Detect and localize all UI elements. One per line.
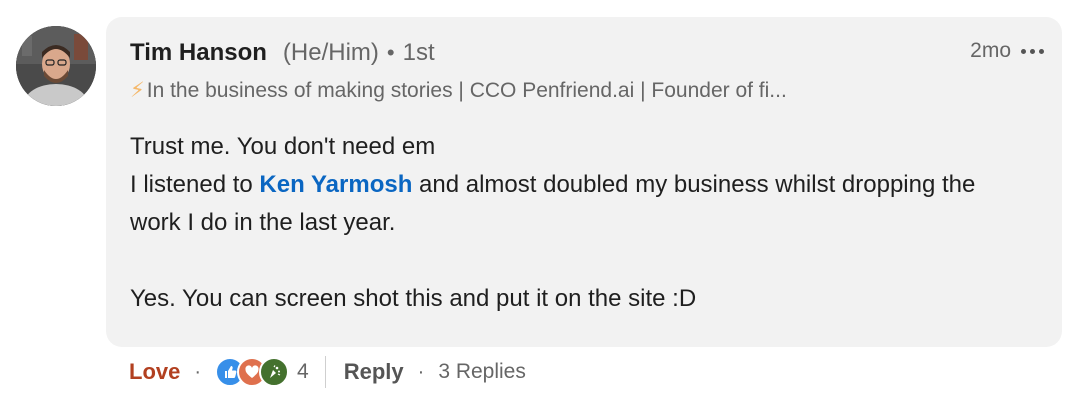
- ellipsis-icon[interactable]: [1021, 48, 1044, 54]
- profile-photo: [16, 26, 96, 106]
- divider: [324, 356, 326, 388]
- celebrate-icon: [259, 357, 290, 387]
- author-pronouns: (He/Him): [282, 39, 379, 66]
- body-line-1: Trust me. You don't need em: [130, 133, 436, 160]
- reply-button[interactable]: Reply: [344, 359, 404, 385]
- reaction-count[interactable]: 4: [297, 360, 309, 384]
- comment-actions: Love · 4 Reply · 3 Replies: [129, 355, 526, 389]
- lightning-bolt-icon: ⚡: [130, 79, 145, 102]
- connection-degree: 1st: [402, 39, 435, 66]
- comment-bubble: Tim Hanson (He/Him) • 1st ⚡In the busine…: [106, 17, 1062, 347]
- author-row: Tim Hanson (He/Him) • 1st: [130, 39, 435, 67]
- replies-link[interactable]: 3 Replies: [438, 360, 526, 384]
- comment-meta: 2mo: [970, 39, 1044, 63]
- author-headline[interactable]: ⚡In the business of making stories | CCO…: [130, 78, 787, 103]
- love-reaction-button[interactable]: Love: [129, 359, 180, 385]
- action-dot: ·: [194, 360, 202, 383]
- headline-text: In the business of making stories | CCO …: [146, 79, 787, 102]
- reactions-summary[interactable]: [215, 357, 290, 387]
- timestamp: 2mo: [970, 39, 1011, 62]
- mention-link[interactable]: Ken Yarmosh: [259, 171, 412, 198]
- body-line-3: Yes. You can screen shot this and put it…: [130, 285, 697, 312]
- separator-dot: •: [386, 40, 395, 65]
- body-line-2-start: I listened to: [130, 171, 260, 198]
- avatar[interactable]: [16, 26, 96, 106]
- author-name[interactable]: Tim Hanson: [130, 39, 267, 67]
- body-paragraph: I listened to Ken Yarmosh and almost dou…: [130, 166, 1030, 242]
- comment-body: Trust me. You don't need em I listened t…: [130, 128, 1030, 318]
- action-dot-2: ·: [417, 360, 425, 383]
